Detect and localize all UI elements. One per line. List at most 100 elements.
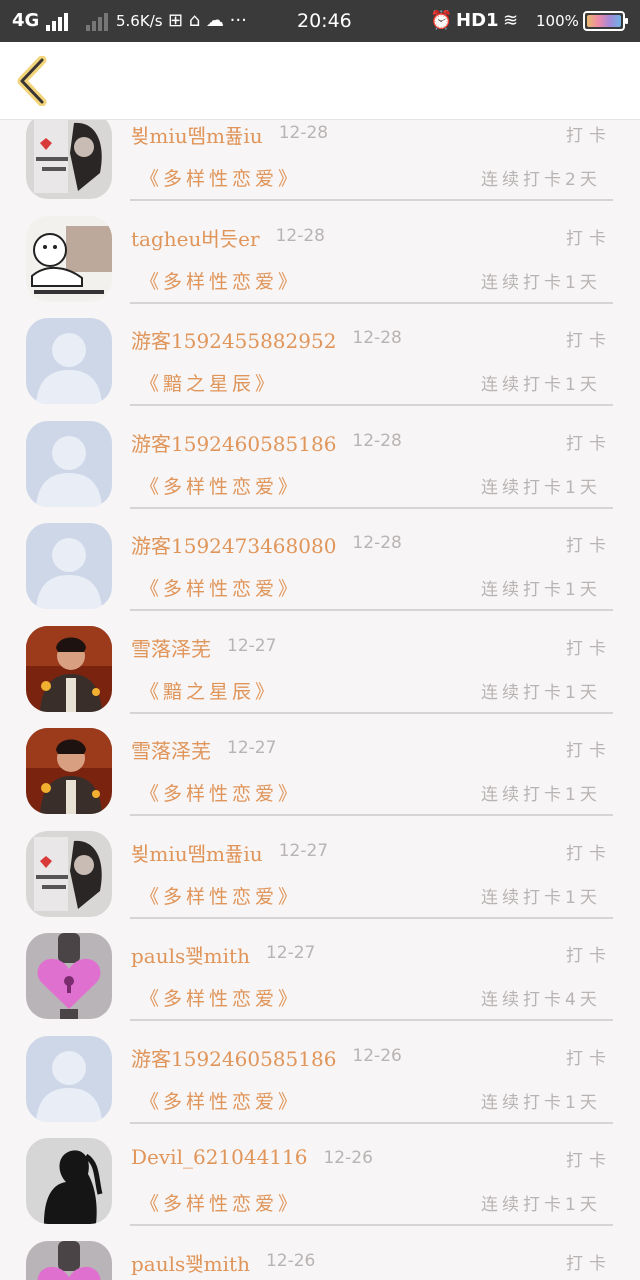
book-title[interactable]: 《多样性恋爱》 <box>140 1087 301 1114</box>
checkin-date: 12-28 <box>352 328 402 348</box>
battery-icon <box>583 11 628 31</box>
checkin-button[interactable]: 打卡 <box>566 1249 612 1274</box>
avatar[interactable] <box>26 1240 112 1280</box>
book-title[interactable]: 《多样性恋爱》 <box>140 574 301 601</box>
book-title[interactable]: 《多样性恋爱》 <box>140 164 301 191</box>
checkin-date: 12-28 <box>275 225 325 246</box>
checkin-button[interactable]: 打卡 <box>566 531 612 556</box>
back-button[interactable] <box>14 55 54 107</box>
avatar[interactable] <box>26 215 112 302</box>
list-item[interactable]: 뵞miu뗌m퓶iu 12-28 打卡《多样性恋爱》 连续打卡2天 <box>0 120 640 208</box>
book-title[interactable]: 《多样性恋爱》 <box>140 267 301 294</box>
book-title[interactable]: 《多样性恋爱》 <box>140 779 301 806</box>
checkin-button[interactable]: 打卡 <box>566 736 612 761</box>
avatar[interactable] <box>26 1138 112 1224</box>
list-item[interactable]: tagheu버듯er 12-28 打卡《多样性恋爱》 连续打卡1天 <box>0 209 640 311</box>
book-title[interactable]: 《多样性恋爱》 <box>140 1189 301 1216</box>
hd-indicator: HD1 <box>456 10 499 31</box>
checkin-button[interactable]: 打卡 <box>566 634 612 659</box>
checkin-date: 12-27 <box>278 840 329 861</box>
avatar[interactable] <box>26 318 112 404</box>
avatar[interactable] <box>26 420 112 507</box>
row-divider <box>130 814 613 816</box>
row-divider <box>130 916 613 919</box>
checkin-button[interactable]: 打卡 <box>566 224 612 249</box>
user-name[interactable]: 游客1592455882952 <box>131 325 336 354</box>
streak-text: 连续打卡1天 <box>481 785 601 805</box>
streak-text: 连续打卡1天 <box>481 375 601 395</box>
row-divider <box>130 711 613 714</box>
checkin-date: 12-27 <box>227 738 277 758</box>
user-name[interactable]: 뵞miu뗌m퓶iu <box>131 838 263 867</box>
user-name[interactable]: 游客1592460585186 <box>131 428 336 457</box>
user-name[interactable]: pauls꽺mith <box>131 1248 250 1277</box>
book-title[interactable]: 《黯之星辰》 <box>140 369 278 396</box>
list-item[interactable]: 游客1592473468080 12-28 打卡 《多样性恋爱》 连续打卡1天 <box>0 516 640 618</box>
avatar[interactable] <box>26 933 112 1019</box>
user-name[interactable]: pauls꽺mith <box>131 940 250 969</box>
user-name[interactable]: tagheu버듯er <box>131 223 260 252</box>
checkin-button[interactable]: 打卡 <box>566 326 612 351</box>
checkin-date: 12-27 <box>227 635 277 656</box>
alarm-icon: ⏰ <box>430 10 453 31</box>
user-name[interactable]: 雪落泽芜 <box>131 735 211 764</box>
list-item[interactable]: 游客1592455882952 12-28 打卡《黯之星辰》 连续打卡1天 <box>0 311 640 413</box>
cell-signal-icon <box>46 12 70 31</box>
checkin-date: 12-26 <box>352 1045 402 1066</box>
checkin-date: 12-28 <box>278 123 329 143</box>
checkin-date: 12-27 <box>265 943 316 963</box>
row-divider <box>130 404 613 406</box>
book-title[interactable]: 《黯之星辰》 <box>140 677 278 704</box>
list-item[interactable]: Devil_621044116 12-26 打卡《多样性恋爱》 连续打卡1天 <box>0 1131 640 1233</box>
cell-signal-2-icon <box>86 12 110 31</box>
streak-text: 连续打卡1天 <box>481 272 601 293</box>
row-divider <box>130 301 613 304</box>
user-name[interactable]: 游客1592473468080 <box>131 530 336 559</box>
user-name[interactable]: Devil_621044116 <box>131 1145 307 1169</box>
avatar[interactable] <box>26 120 112 199</box>
network-speed: 5.6K/s <box>116 12 163 30</box>
row-divider <box>130 506 613 509</box>
checkin-button[interactable]: 打卡 <box>566 121 612 146</box>
streak-text: 连续打卡1天 <box>481 477 601 498</box>
book-title[interactable]: 《多样性恋爱》 <box>140 472 301 499</box>
list-item[interactable]: 뵞miu뗌m퓶iu 12-27 打卡《多样性恋爱》 连续打卡1天 <box>0 824 640 926</box>
checkin-date: 12-26 <box>323 1148 373 1168</box>
checkin-button[interactable]: 打卡 <box>566 839 612 864</box>
book-title[interactable]: 《多样性恋爱》 <box>140 984 301 1011</box>
streak-text: 连续打卡2天 <box>481 170 601 190</box>
list-item[interactable]: 游客1592460585186 12-28 打卡《多样性恋爱》 连续打卡1天 <box>0 414 640 516</box>
list-item[interactable]: pauls꽺mith 12-26 打卡 <box>0 1234 640 1280</box>
streak-text: 连续打卡1天 <box>481 580 601 600</box>
row-divider <box>130 199 613 201</box>
status-bar: 4G 5.6K/s ⊞ ⌂ ☁ ··· 20:46 ⏰ HD1 ≋ 100% <box>0 0 640 42</box>
streak-text: 连续打卡4天 <box>481 990 601 1010</box>
notification-icons: ⊞ ⌂ ☁ ··· <box>168 10 247 31</box>
avatar[interactable] <box>26 1035 112 1122</box>
streak-text: 连续打卡1天 <box>481 682 601 703</box>
streak-text: 连续打卡1天 <box>481 1195 601 1215</box>
checkin-button[interactable]: 打卡 <box>566 429 612 454</box>
user-name[interactable]: 游客1592460585186 <box>131 1043 336 1072</box>
list-item[interactable]: 雪落泽芜 12-27 打卡《黯之星辰》 连续打卡1天 <box>0 619 640 721</box>
list-item[interactable]: pauls꽺mith 12-27 打卡《多样性恋爱》 连续打卡4天 <box>0 926 640 1028</box>
user-name[interactable]: 뵞miu뗌m퓶iu <box>131 120 263 149</box>
user-name[interactable]: 雪落泽芜 <box>131 633 211 662</box>
checkin-button[interactable]: 打卡 <box>566 1044 612 1069</box>
chevron-left-icon <box>17 55 47 107</box>
checkin-date: 12-26 <box>265 1250 316 1271</box>
avatar[interactable] <box>26 830 112 917</box>
checkin-button[interactable]: 打卡 <box>566 1146 612 1171</box>
battery-percent: 100% <box>536 12 579 30</box>
streak-text: 连续打卡1天 <box>481 1092 601 1113</box>
header <box>0 42 640 120</box>
book-title[interactable]: 《多样性恋爱》 <box>140 882 301 909</box>
avatar[interactable] <box>26 523 112 609</box>
avatar[interactable] <box>26 728 112 814</box>
checkin-date: 12-28 <box>352 430 402 451</box>
avatar[interactable] <box>26 625 112 712</box>
list-item[interactable]: 雪落泽芜 12-27 打卡《多样性恋爱》 连续打卡1天 <box>0 721 640 823</box>
streak-text: 连续打卡1天 <box>481 887 601 908</box>
list-item[interactable]: 游客1592460585186 12-26 打卡《多样性恋爱》 连续打卡1天 <box>0 1029 640 1131</box>
checkin-button[interactable]: 打卡 <box>566 941 612 966</box>
